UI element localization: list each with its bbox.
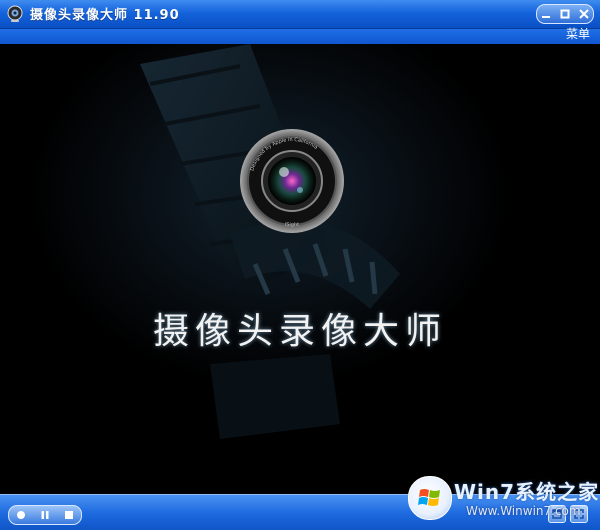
watermark: Win7系统之家 Www.Winwin7.com: [408, 474, 600, 526]
film-strip-lower: [210, 354, 340, 439]
menu-bar: 菜单: [0, 27, 600, 44]
webcam-icon: [7, 5, 23, 22]
playback-controls: [8, 505, 82, 525]
maximize-icon[interactable]: [558, 7, 572, 21]
splash-title: 摄像头录像大师: [152, 311, 447, 352]
window-controls: [536, 4, 594, 24]
watermark-url: Www.Winwin7.com: [466, 504, 581, 518]
video-display[interactable]: Designed by Apple in California iSight 摄…: [0, 44, 600, 494]
record-icon[interactable]: [13, 508, 29, 522]
title-bar[interactable]: 摄像头录像大师 11.90: [0, 0, 600, 29]
minimize-icon[interactable]: [539, 7, 553, 21]
stop-icon[interactable]: [61, 508, 77, 522]
close-icon[interactable]: [577, 7, 591, 21]
window-title: 摄像头录像大师 11.90: [30, 8, 180, 23]
pause-icon[interactable]: [37, 508, 53, 522]
lens-lower-text: iSight: [285, 222, 299, 228]
splash-artwork: Designed by Apple in California iSight: [140, 44, 400, 439]
windows-logo-icon: [408, 476, 452, 520]
menu-button[interactable]: 菜单: [566, 25, 590, 42]
watermark-title: Win7系统之家: [454, 480, 600, 504]
camera-lens-icon: [240, 129, 344, 233]
